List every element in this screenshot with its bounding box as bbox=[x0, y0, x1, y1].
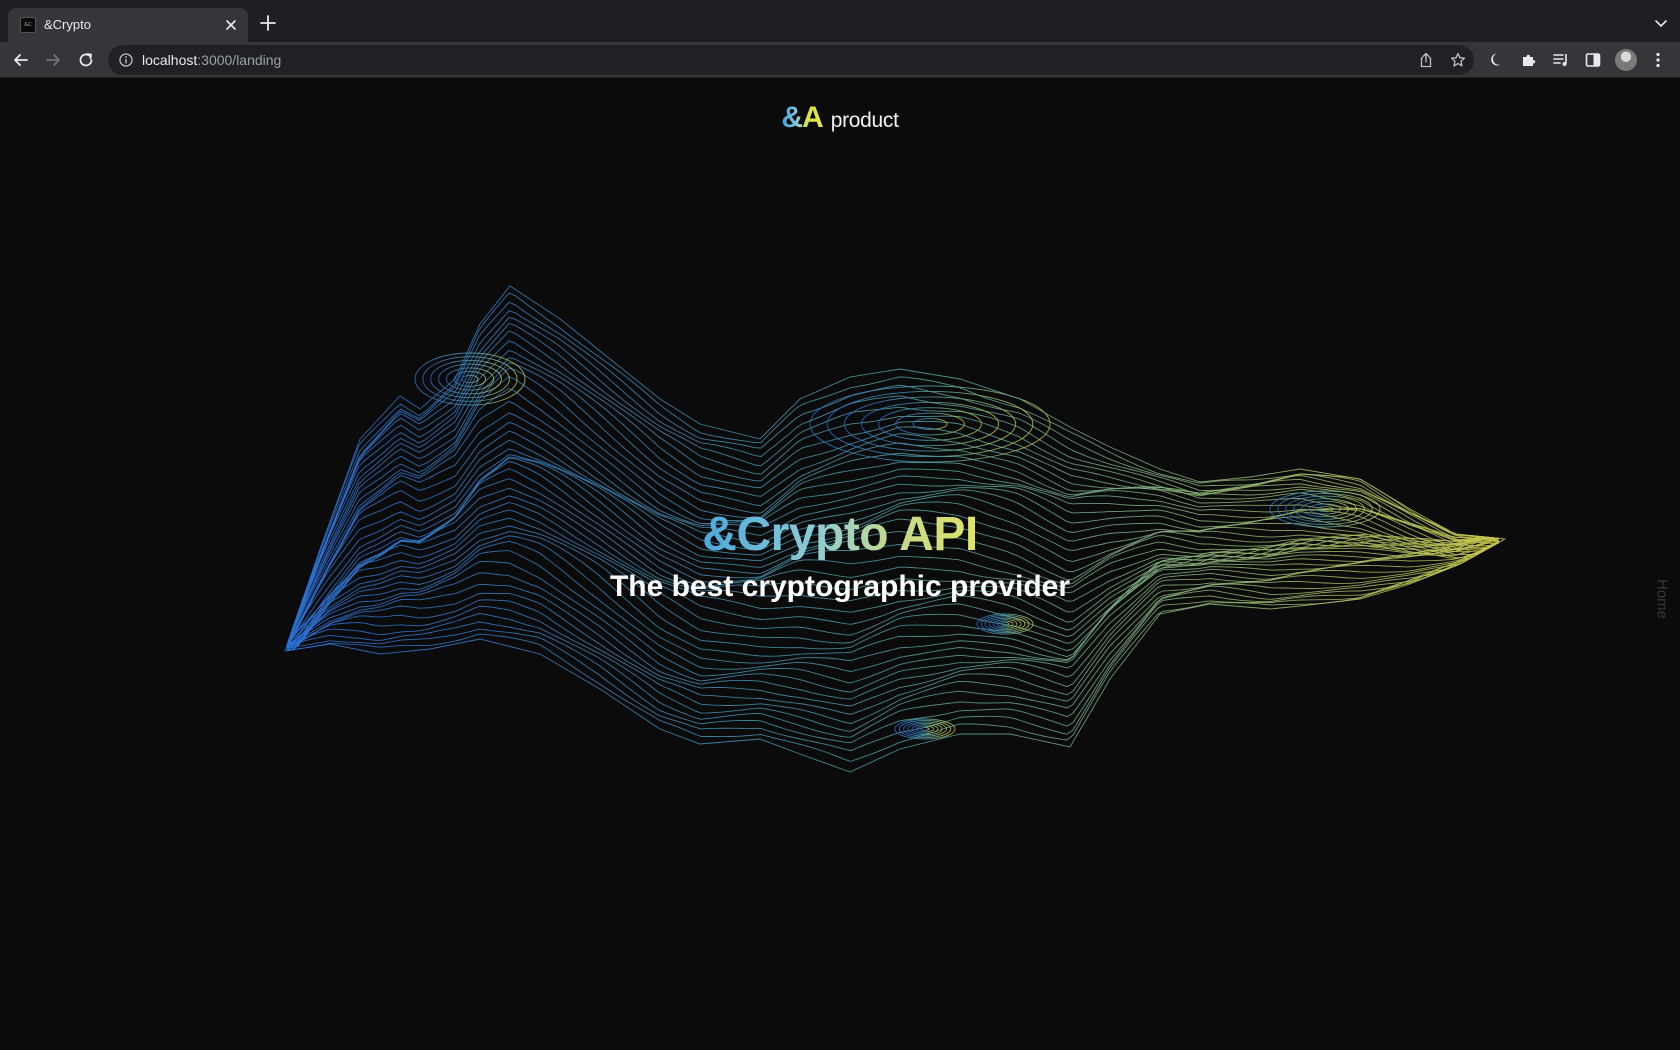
moon-icon[interactable] bbox=[1488, 51, 1506, 69]
terrain-contour-line bbox=[286, 541, 1500, 700]
brand-logo[interactable]: &A product bbox=[0, 101, 1680, 135]
terrain-peak-contour bbox=[843, 396, 1017, 452]
hero-subtitle: The best cryptographic provider bbox=[609, 570, 1071, 603]
tab-favicon: &C bbox=[20, 17, 36, 33]
terrain-contour-illustration bbox=[284, 285, 1507, 773]
terrain-peak-contour bbox=[912, 418, 948, 430]
hero-title: &Crypto API bbox=[702, 508, 978, 561]
info-icon[interactable] bbox=[119, 53, 133, 67]
side-nav-home-label[interactable]: Home bbox=[1654, 579, 1671, 619]
puzzle-icon[interactable] bbox=[1520, 51, 1538, 69]
url-text[interactable]: localhost:3000/landing bbox=[142, 52, 281, 68]
forward-arrow-icon[interactable] bbox=[44, 51, 62, 69]
share-icon[interactable] bbox=[1418, 52, 1434, 68]
browser-toolbar: localhost:3000/landing bbox=[0, 42, 1680, 78]
landing-page: &A product &Crypto API The best cryptogra… bbox=[0, 79, 1680, 1050]
address-bar[interactable]: localhost:3000/landing bbox=[108, 45, 1474, 75]
url-path: :3000/landing bbox=[197, 52, 282, 68]
browser-tab-strip: &C &Crypto bbox=[0, 0, 1680, 42]
browser-tab[interactable]: &C &Crypto bbox=[8, 8, 248, 42]
terrain-contour-line bbox=[286, 541, 1500, 684]
star-icon[interactable] bbox=[1450, 52, 1466, 68]
tab-search-chevron-icon[interactable] bbox=[1654, 17, 1668, 31]
terrain-peak-contour bbox=[860, 401, 1000, 447]
side-nav-home[interactable]: Home bbox=[1652, 569, 1672, 629]
new-tab-icon[interactable] bbox=[260, 15, 276, 31]
kebab-menu-icon[interactable] bbox=[1652, 51, 1664, 69]
brand-mark: &A bbox=[781, 101, 823, 134]
back-arrow-icon[interactable] bbox=[12, 51, 30, 69]
terrain-peak-contour bbox=[826, 390, 1034, 458]
side-panel-icon[interactable] bbox=[1584, 51, 1602, 69]
terrain-peak-contour bbox=[903, 721, 947, 737]
media-queue-icon[interactable] bbox=[1552, 51, 1570, 69]
reload-icon[interactable] bbox=[77, 51, 95, 69]
profile-avatar[interactable] bbox=[1615, 49, 1637, 71]
url-host: localhost bbox=[142, 52, 198, 68]
tab-title: &Crypto bbox=[44, 17, 91, 32]
close-tab-icon[interactable] bbox=[222, 16, 240, 34]
brand-text: product bbox=[830, 109, 899, 132]
terrain-peak-contour bbox=[438, 363, 502, 395]
terrain-peak-contour bbox=[920, 727, 930, 731]
